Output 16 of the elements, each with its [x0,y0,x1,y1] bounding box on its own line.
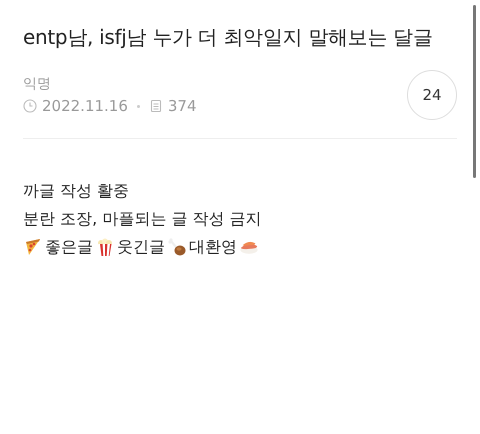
author-name: 익명 [23,75,52,94]
tag-text: 웃긴글 [117,236,165,258]
tag-text: 좋은글 [45,236,93,258]
post-date: 2022.11.16 [42,96,128,117]
comment-count-button[interactable]: 24 [407,70,457,120]
document-icon [148,99,163,113]
pizza-icon [23,237,43,257]
post-title: entp남, isfj남 누가 더 최악일지 말해보는 달글 [23,24,434,51]
body-text: 분란 조장, 마플되는 글 작성 금지 [23,208,263,230]
view-count: 374 [168,96,197,117]
clock-icon [23,99,37,113]
popcorn-icon [95,237,115,257]
tag-text: 대환영 [189,236,237,258]
chicken-leg-icon [167,237,187,257]
separator-dot [136,104,140,108]
body-text: 까글 작성 활중 [23,180,130,202]
